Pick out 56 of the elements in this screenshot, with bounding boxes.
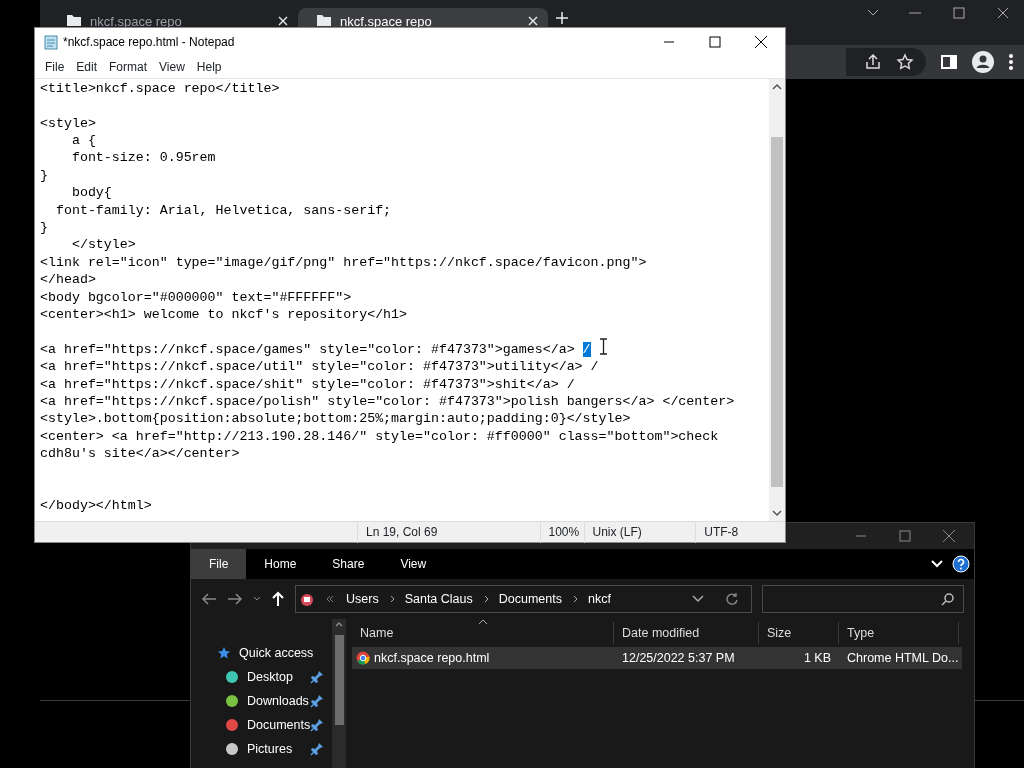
browser-tab[interactable]: nkcf.space repo xyxy=(48,8,298,27)
address-bar[interactable]: Users Santa Claus Documents nkcf xyxy=(295,585,752,613)
nav-item[interactable]: Desktop xyxy=(247,667,293,687)
menu-item[interactable]: View xyxy=(153,58,191,77)
code-line: </head> xyxy=(40,271,97,289)
file-row[interactable]: nkcf.space repo.html 12/25/2022 5:37 PM 1 KB Chrome HTML Do... xyxy=(352,647,962,669)
file-name: nkcf.space repo.html xyxy=(374,649,490,667)
code-line: <a href="https://nkcf.space/shit" style="color: #f47373">shit</a> / xyxy=(40,375,576,393)
code-line: <a href="https://nkcf.space/util" style="color: #f47373">utility</a> / xyxy=(40,358,600,376)
nav-item[interactable]: Pictures xyxy=(247,739,293,759)
code-line: </body></html> xyxy=(40,497,153,515)
code-line: <a href="https://nkcf.space/polish" style="color: #f47373">polish bangers</a> </center> xyxy=(40,392,736,411)
code-line: } xyxy=(40,166,49,185)
breadcrumb-item[interactable]: nkcf xyxy=(588,589,611,609)
code-line: <link rel="icon" type="image/gif/png" href="https://nkcf.space/favicon.png"> xyxy=(40,253,648,272)
code-line: a { xyxy=(70,132,97,150)
code-line: <style> xyxy=(40,114,97,133)
line-ending: Unix (LF) xyxy=(583,521,696,543)
cursor-position: Ln 19, Col 69 xyxy=(357,521,540,543)
code-line: <center><h1> welcome to nkcf's repository</h1> xyxy=(40,305,409,324)
column-header[interactable]: Date modified xyxy=(622,623,700,643)
file-type: Chrome HTML Do... xyxy=(846,649,959,667)
code-line: </style> xyxy=(70,236,137,254)
ribbon-tab[interactable]: View xyxy=(382,549,445,579)
ribbon-tab[interactable]: Share xyxy=(314,549,383,579)
breadcrumb-item[interactable]: Documents xyxy=(498,589,562,609)
zoom-level: 100% xyxy=(539,521,584,543)
code-line: } xyxy=(40,219,49,237)
nav-item[interactable]: Downloads xyxy=(247,691,309,711)
menu-item[interactable]: Format xyxy=(103,58,154,77)
encoding: UTF-8 xyxy=(695,521,785,543)
menu-item[interactable]: File xyxy=(39,58,71,77)
code-line: body{ xyxy=(70,184,113,202)
nav-item[interactable]: Documents xyxy=(247,715,311,735)
code-line: <center> <a href="http://213.190.28.146/" style="color: #ff0000" class="bottom">check xyxy=(40,427,720,446)
column-header[interactable]: Size xyxy=(767,623,792,643)
breadcrumb-item[interactable]: Users xyxy=(346,589,379,609)
ribbon-tab[interactable]: File xyxy=(191,549,247,579)
nav-item[interactable]: Quick access xyxy=(239,643,314,663)
breadcrumb-item[interactable]: Santa Claus xyxy=(404,589,473,609)
code-line: font-family: Arial, Helvetica, sans-serif; xyxy=(54,201,393,219)
column-header[interactable]: Name xyxy=(360,623,394,643)
browser-tab[interactable]: nkcf.space repo xyxy=(298,8,548,27)
menu-item[interactable]: Help xyxy=(190,58,228,77)
code-line: <style>.bottom{position:absolute;bottom:25%;margin:auto;padding:0}</style> xyxy=(40,410,632,428)
menu-item[interactable]: Edit xyxy=(70,58,104,77)
code-line: <body bgcolor="#000000" text="#FFFFFF"> xyxy=(40,288,353,306)
code-line: font-size: 0.95rem xyxy=(70,149,217,167)
window-title: *nkcf.space repo.html - Notepad xyxy=(63,34,235,52)
file-size: 1 KB xyxy=(802,649,832,667)
file-date: 12/25/2022 5:37 PM xyxy=(621,649,736,667)
code-line: cdh8u's site</a></center> xyxy=(40,445,241,463)
ribbon-tab[interactable]: Home xyxy=(246,549,315,579)
code-line: <a href="https://nkcf.space/games" style="color: #f47373">games</a> / xyxy=(40,340,592,359)
column-header[interactable]: Type xyxy=(847,623,875,643)
code-line: <title>nkcf.space repo</title> xyxy=(40,79,281,98)
